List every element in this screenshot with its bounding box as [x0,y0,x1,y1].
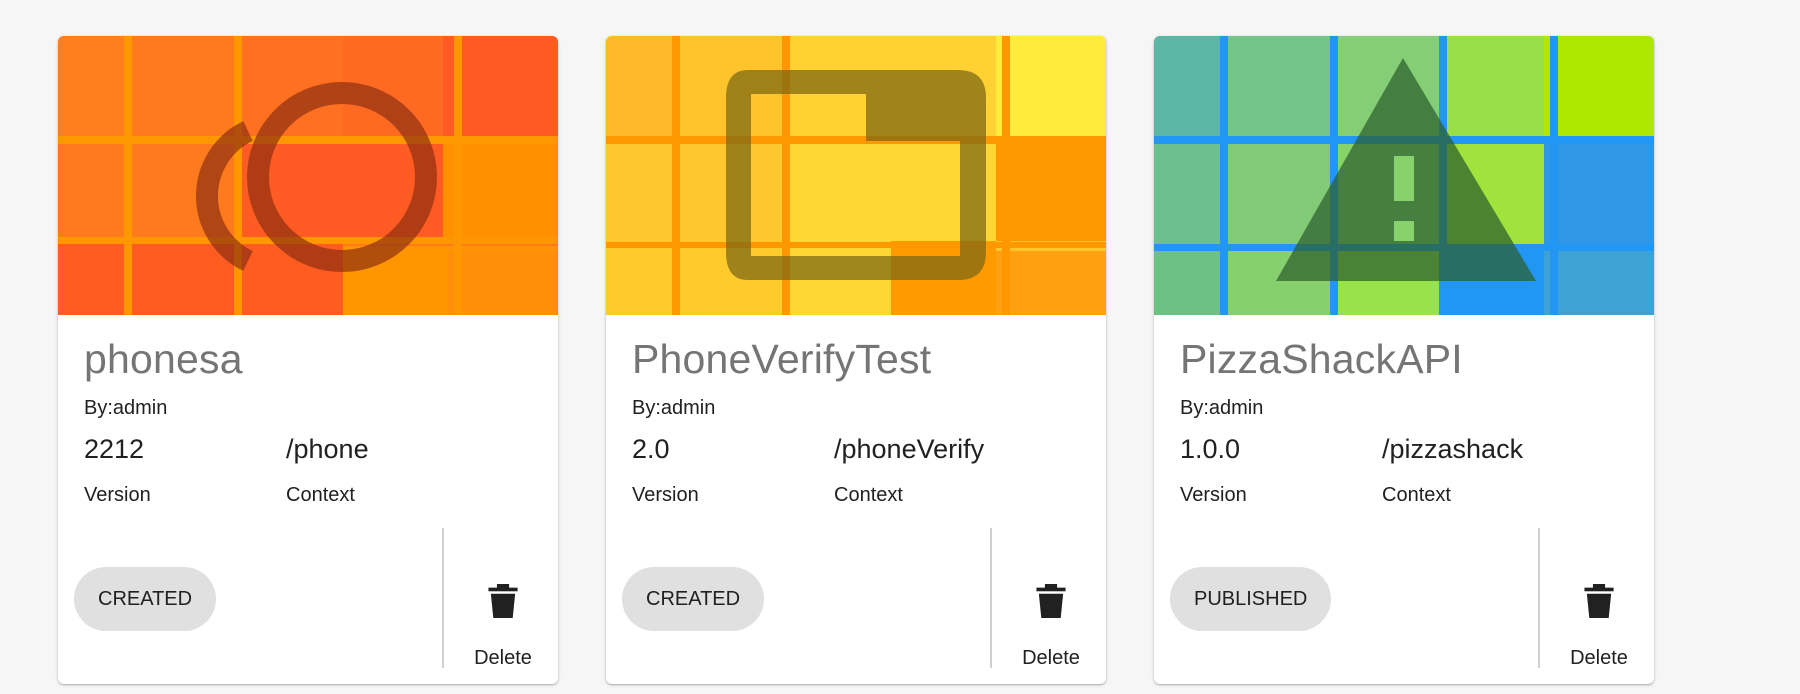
delete-label: Delete [1570,647,1628,669]
api-author: By:admin [84,397,168,419]
api-thumbnail[interactable] [1154,36,1654,315]
api-name[interactable]: PizzaShackAPI [1180,336,1463,383]
delete-label: Delete [474,647,532,669]
api-version-label: Version [84,484,151,506]
api-thumbnail[interactable] [58,36,558,315]
api-context-value: /phoneVerify [834,434,985,464]
trash-icon [1036,584,1066,618]
delete-button[interactable]: Delete [1544,584,1654,684]
api-context-label: Context [1382,484,1451,506]
api-version-value: 2.0 [632,434,670,464]
api-thumbnail[interactable] [606,36,1106,315]
divider [1538,528,1540,668]
divider [990,528,992,668]
status-chip[interactable]: CREATED [622,567,765,631]
delete-button[interactable]: Delete [996,584,1106,684]
api-version-value: 1.0.0 [1180,434,1241,464]
api-name[interactable]: phonesa [84,336,243,383]
api-context-label: Context [286,484,355,506]
api-context-label: Context [834,484,903,506]
status-chip[interactable]: CREATED [74,567,217,631]
api-context-value: /pizzashack [1382,434,1524,464]
delete-button[interactable]: Delete [448,584,558,684]
api-card[interactable]: PhoneVerifyTest By:admin 2.0 /phoneVerif… [606,36,1106,684]
divider [442,528,444,668]
api-card[interactable]: phonesa By:admin 2212 /phone Version Con… [58,36,558,684]
trash-icon [488,584,518,618]
api-context-value: /phone [286,434,369,464]
api-name[interactable]: PhoneVerifyTest [632,336,931,383]
delete-label: Delete [1022,647,1080,669]
api-version-value: 2212 [84,434,145,464]
api-version-label: Version [632,484,699,506]
api-author: By:admin [632,397,716,419]
status-chip[interactable]: PUBLISHED [1170,567,1332,631]
trash-icon [1584,584,1614,618]
api-version-label: Version [1180,484,1247,506]
api-card[interactable]: PizzaShackAPI By:admin 1.0.0 /pizzashack… [1154,36,1654,684]
api-author: By:admin [1180,397,1264,419]
